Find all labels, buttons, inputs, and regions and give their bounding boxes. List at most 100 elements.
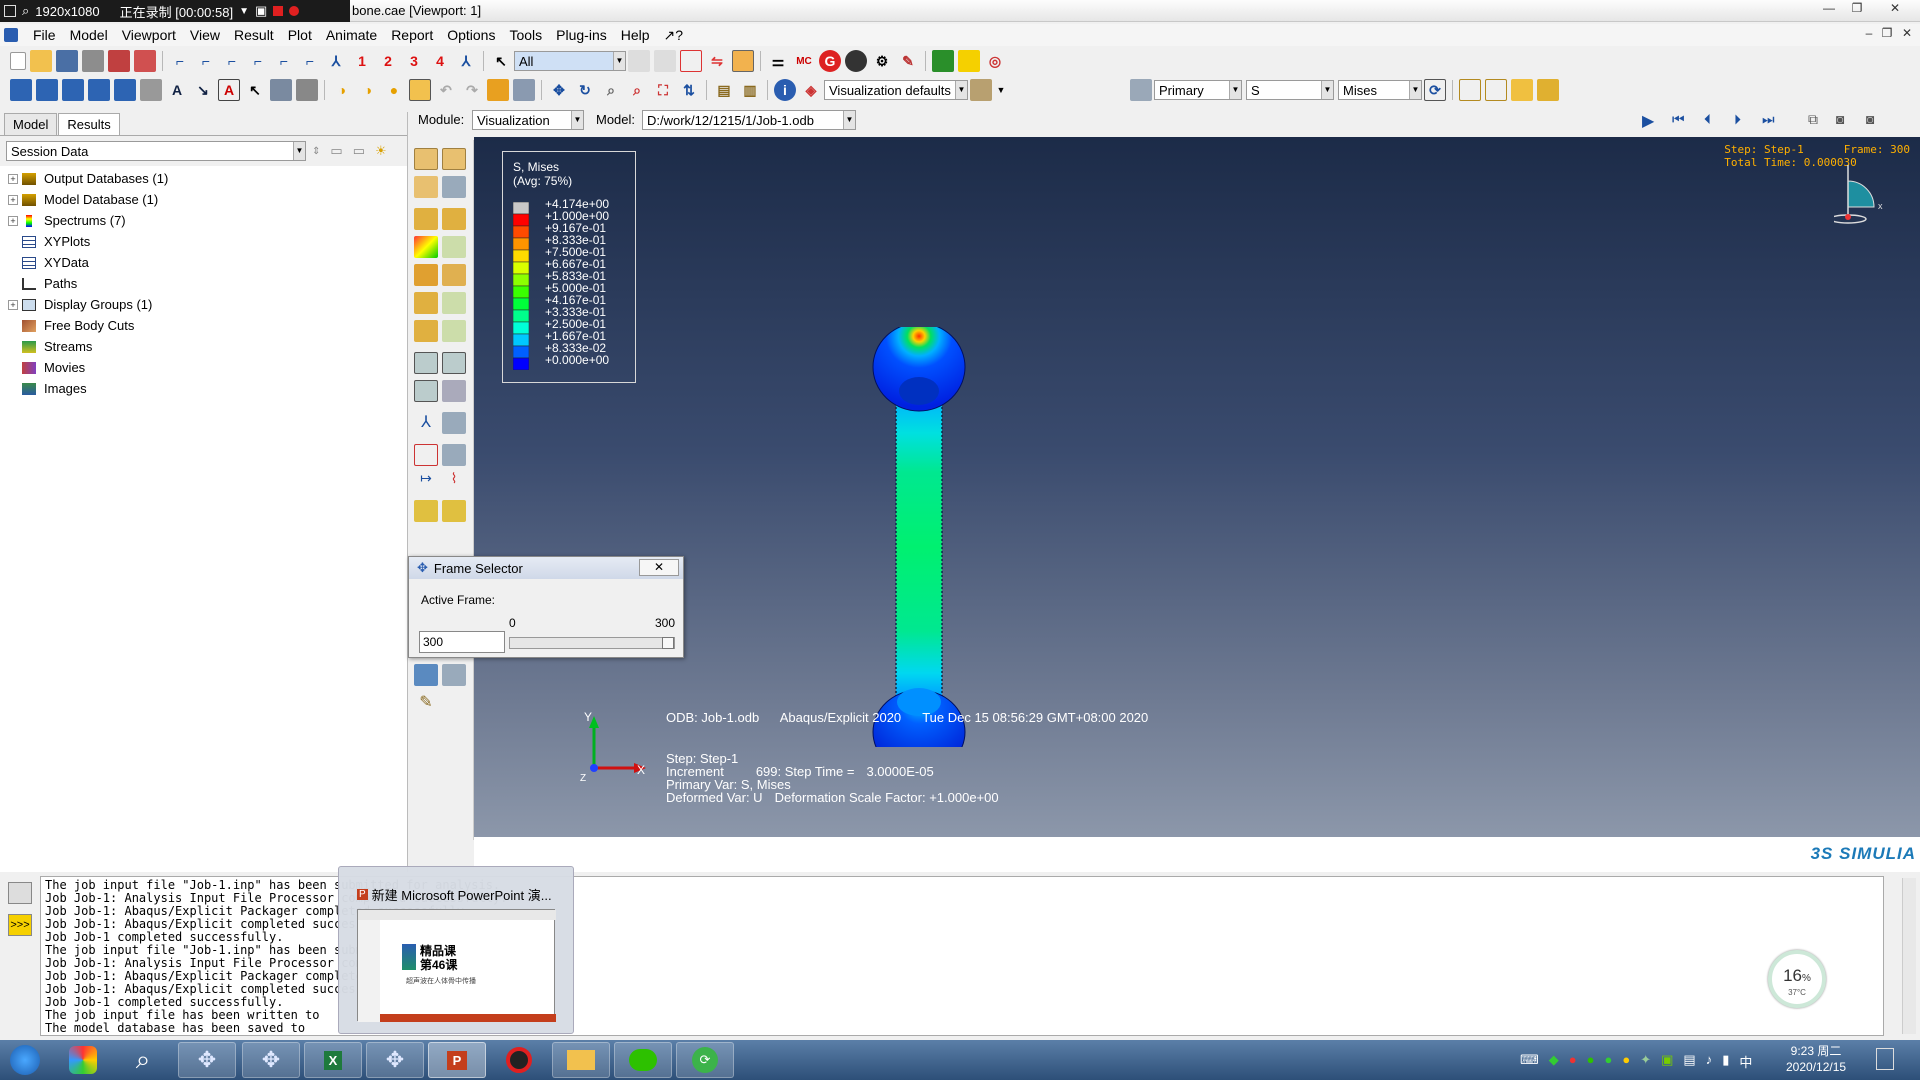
viewport-grid-icon[interactable] [114, 79, 136, 101]
tray-yellow-icon[interactable]: ● [1622, 1052, 1630, 1071]
sort-icon[interactable]: ⇕ [312, 146, 320, 157]
material-orientation-icon[interactable] [414, 292, 438, 314]
pick-icon[interactable] [654, 50, 676, 72]
expand-icon[interactable]: ▭ [353, 143, 365, 159]
tab-model[interactable]: Model [4, 113, 58, 135]
context-help-button[interactable]: ↗? [657, 27, 691, 44]
display-group-icon[interactable]: ◑ [331, 79, 353, 101]
sync-icon[interactable]: ⟳ [1424, 79, 1446, 101]
google-icon[interactable]: G [819, 50, 841, 72]
reset-select-icon[interactable]: ⇋ [706, 50, 728, 72]
view-cut-icon[interactable]: ⅄ [414, 412, 438, 434]
record-icon[interactable] [289, 6, 300, 16]
frame-slider-thumb[interactable] [662, 637, 674, 649]
invariant-select[interactable]: Mises ▼ [1338, 80, 1422, 100]
expand-icon[interactable]: + [8, 194, 18, 205]
symbol-plot-icon[interactable] [1537, 79, 1559, 101]
stop-icon[interactable] [273, 6, 284, 16]
undeformed-plot-icon[interactable] [414, 208, 438, 230]
display-intersect-icon[interactable]: ● [383, 79, 405, 101]
multiple-options-icon[interactable] [442, 320, 466, 342]
render-style-icon[interactable] [970, 79, 992, 101]
start-orb-icon[interactable] [0, 1042, 50, 1078]
tray-wechat-icon[interactable]: ● [1587, 1052, 1595, 1071]
tree-item-xydata[interactable]: XYData [0, 252, 407, 273]
create-path-icon[interactable]: ↦ [414, 470, 438, 492]
filter-icon[interactable]: ☀ [375, 143, 387, 159]
menu-file[interactable]: File [26, 27, 63, 43]
signal-icon[interactable]: ▮ [1722, 1052, 1729, 1071]
table-view-icon[interactable] [270, 79, 292, 101]
common-options-icon[interactable] [414, 176, 438, 198]
replace-icon[interactable] [487, 79, 509, 101]
play-icon[interactable]: ▶ [1642, 111, 1654, 131]
cpu-usage-widget[interactable]: 16% 37°C [1768, 950, 1826, 1008]
tree-item-model-database[interactable]: + Model Database (1) [0, 189, 407, 210]
xy-data-manager-icon[interactable] [442, 444, 466, 466]
viewport-vertical-icon[interactable] [88, 79, 110, 101]
stack-icon[interactable] [108, 50, 130, 72]
menu-options[interactable]: Options [440, 27, 502, 43]
view-zy-icon[interactable]: ⌐ [273, 50, 295, 72]
free-body-cut-icon[interactable] [414, 664, 438, 686]
excel-icon[interactable]: X [304, 1042, 362, 1078]
minimize-button[interactable]: — [1818, 1, 1840, 19]
menu-plot[interactable]: Plot [281, 27, 319, 43]
tool-icon[interactable]: ✎ [897, 50, 919, 72]
tab-results[interactable]: Results [58, 113, 120, 135]
search-icon[interactable]: ⌕ [22, 3, 29, 19]
tree-item-images[interactable]: Images [0, 378, 407, 399]
menu-report[interactable]: Report [384, 27, 440, 43]
last-frame-icon[interactable]: ⏭ [1762, 111, 1775, 128]
variable-select[interactable]: S ▼ [1246, 80, 1334, 100]
language-icon[interactable]: 中 [1739, 1052, 1752, 1071]
tree-item-output-databases[interactable]: + Output Databases (1) [0, 168, 407, 189]
query-icon[interactable]: ⚌ [767, 50, 789, 72]
tree-item-movies[interactable]: Movies [0, 357, 407, 378]
viewport-tile-icon[interactable] [10, 79, 32, 101]
view-zx-icon[interactable]: ⌐ [221, 50, 243, 72]
taskbar-preview-popup[interactable]: P 新建 Microsoft PowerPoint 演... 精品课 第46课 … [338, 866, 574, 1034]
display-select-icon[interactable] [409, 79, 431, 101]
axis-view-icon[interactable]: ⅄ [455, 50, 477, 72]
active-frame-input[interactable] [419, 631, 505, 653]
deformed-shape-icon[interactable] [1459, 79, 1481, 101]
tree-item-xyplots[interactable]: XYPlots [0, 231, 407, 252]
pan-icon[interactable]: ✥ [548, 79, 570, 101]
contour-plot-icon[interactable] [414, 236, 438, 258]
viewport-list-icon[interactable] [140, 79, 162, 101]
message-scrollbar[interactable] [1902, 878, 1916, 1034]
import-icon[interactable] [134, 50, 156, 72]
menu-animate[interactable]: Animate [319, 27, 384, 43]
wechat-icon[interactable] [614, 1042, 672, 1078]
recorder-icon[interactable] [490, 1042, 548, 1078]
notification-icon[interactable] [1876, 1048, 1894, 1070]
previous-frame-icon[interactable]: ⏴ [1704, 111, 1711, 128]
undo-icon[interactable]: ↶ [435, 79, 457, 101]
tool-brush-icon[interactable]: ✎ [414, 692, 438, 714]
view-1-button[interactable]: 1 [351, 50, 373, 72]
orientation-options-icon[interactable] [442, 292, 466, 314]
keyboard-icon[interactable]: ⌨ [1520, 1052, 1539, 1071]
info-icon[interactable]: i [774, 79, 796, 101]
display-options-icon[interactable] [513, 79, 535, 101]
menu-plugins[interactable]: Plug-ins [549, 27, 614, 43]
dropdown-arrow-icon[interactable]: ▼ [239, 6, 249, 17]
tree-item-streams[interactable]: Streams [0, 336, 407, 357]
collapse-icon[interactable]: ▭ [330, 143, 342, 159]
abaqus-icon[interactable]: ✥ [366, 1042, 424, 1078]
menu-model[interactable]: Model [63, 27, 115, 43]
free-body-manager-icon[interactable] [442, 664, 466, 686]
view-yz-icon[interactable]: ⌐ [299, 50, 321, 72]
view-cut-manager-icon[interactable] [442, 412, 466, 434]
refresh-app-icon[interactable]: ⟳ [676, 1042, 734, 1078]
tree-item-display-groups[interactable]: + Display Groups (1) [0, 294, 407, 315]
list-view-icon[interactable] [296, 79, 318, 101]
chart-plugin-icon[interactable] [932, 50, 954, 72]
open-folder-icon[interactable] [30, 50, 52, 72]
box-zoom-icon[interactable]: ⌕ [626, 79, 648, 101]
probe-values-icon[interactable] [414, 148, 438, 170]
tree-item-paths[interactable]: Paths [0, 273, 407, 294]
view-3-button[interactable]: 3 [403, 50, 425, 72]
child-close-button[interactable]: ✕ [1896, 26, 1918, 44]
